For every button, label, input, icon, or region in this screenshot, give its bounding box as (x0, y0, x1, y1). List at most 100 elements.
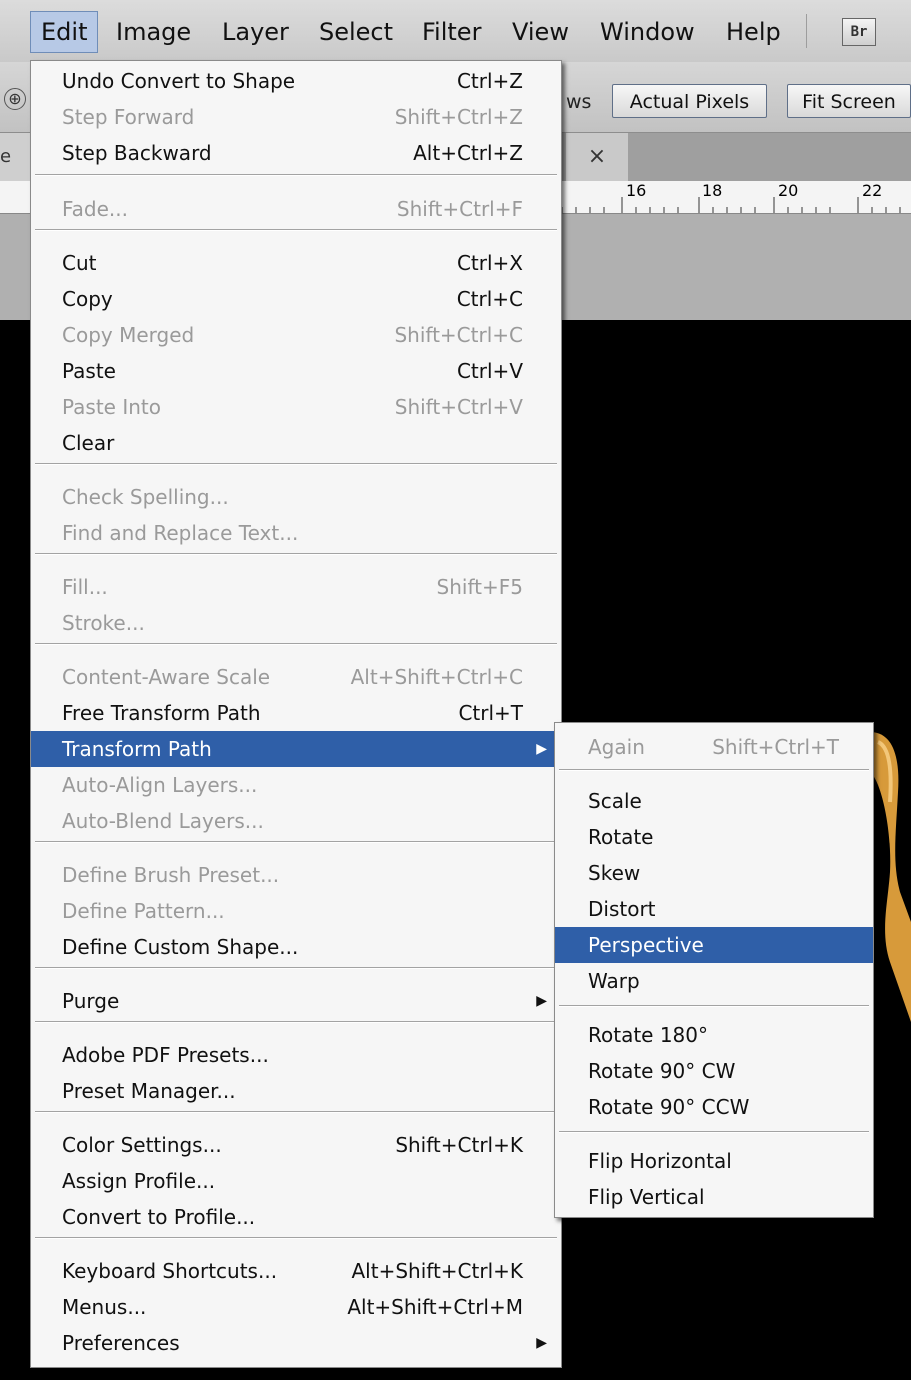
keyboard-shortcuts-item[interactable]: Keyboard Shortcuts... Alt+Shift+Ctrl+K (31, 1253, 561, 1289)
menu-item-shortcut: Shift+Ctrl+C (394, 323, 523, 347)
menu-item-label: Rotate 180° (588, 1023, 709, 1047)
options-fragment-text: ws (566, 91, 592, 113)
menu-separator (35, 174, 557, 176)
submenu-arrow-icon: ▶ (536, 741, 547, 757)
document-tab[interactable]: e (0, 133, 30, 181)
menu-select[interactable]: Select (319, 15, 393, 49)
menu-item-label: Define Brush Preset... (62, 863, 280, 887)
menu-item-label: Define Custom Shape... (62, 935, 299, 959)
fit-screen-button[interactable]: Fit Screen (787, 84, 911, 118)
menu-separator (35, 967, 557, 969)
menu-item-label: Cut (62, 251, 97, 275)
menu-item-shortcut: Alt+Shift+Ctrl+C (350, 665, 523, 689)
menu-layer[interactable]: Layer (222, 15, 289, 49)
menu-item-shortcut: Ctrl+Z (456, 69, 523, 93)
flip-horizontal-item[interactable]: Flip Horizontal (555, 1143, 873, 1179)
menu-separator (559, 1131, 869, 1133)
canvas-shape-graphic (870, 732, 911, 1022)
menu-item-label: Clear (62, 431, 115, 455)
distort-item[interactable]: Distort (555, 891, 873, 927)
menu-separator (35, 1111, 557, 1113)
menu-item-label: Adobe PDF Presets... (62, 1043, 269, 1067)
close-tab-icon[interactable]: × (566, 133, 628, 181)
menu-item-label: Stroke... (62, 611, 145, 635)
menu-item-label: Define Pattern... (62, 899, 225, 923)
menu-item-label: Auto-Blend Layers... (62, 809, 264, 833)
menu-filter[interactable]: Filter (422, 15, 481, 49)
undo-item[interactable]: Undo Convert to Shape Ctrl+Z (31, 63, 561, 99)
step-forward-item: Step Forward Shift+Ctrl+Z (31, 99, 561, 135)
step-backward-item[interactable]: Step Backward Alt+Ctrl+Z (31, 135, 561, 171)
skew-item[interactable]: Skew (555, 855, 873, 891)
rotate-item[interactable]: Rotate (555, 819, 873, 855)
bridge-launch-button[interactable]: Br (842, 18, 876, 46)
free-transform-path-item[interactable]: Free Transform Path Ctrl+T (31, 695, 561, 731)
menu-item-label: Perspective (588, 933, 704, 957)
assign-profile-item[interactable]: Assign Profile... (31, 1163, 561, 1199)
menu-separator (35, 229, 557, 231)
clear-item[interactable]: Clear (31, 425, 561, 461)
color-settings-item[interactable]: Color Settings... Shift+Ctrl+K (31, 1127, 561, 1163)
rotate-180-item[interactable]: Rotate 180° (555, 1017, 873, 1053)
submenu-arrow-icon: ▶ (536, 1335, 547, 1351)
menu-item-label: Rotate 90° CCW (588, 1095, 750, 1119)
menu-item-label: Preset Manager... (62, 1079, 236, 1103)
menu-item-label: Rotate (588, 825, 654, 849)
zoom-plus-icon[interactable]: ⊕ (4, 88, 26, 110)
again-item: Again Shift+Ctrl+T (555, 729, 873, 765)
menu-window[interactable]: Window (600, 15, 695, 49)
copy-item[interactable]: Copy Ctrl+C (31, 281, 561, 317)
ruler-label: 18 (702, 181, 723, 200)
ruler-ticks (561, 197, 901, 213)
purge-item[interactable]: Purge ▶ (31, 983, 561, 1019)
perspective-item[interactable]: Perspective (555, 927, 873, 963)
menu-item-shortcut: Shift+Ctrl+K (395, 1133, 523, 1157)
menu-separator (35, 841, 557, 843)
menu-item-shortcut: Shift+F5 (436, 575, 523, 599)
menu-separator (559, 769, 869, 771)
menu-image[interactable]: Image (116, 15, 191, 49)
warp-item[interactable]: Warp (555, 963, 873, 999)
menu-item-label: Content-Aware Scale (62, 665, 271, 689)
menu-item-label: Skew (588, 861, 641, 885)
menu-item-shortcut: Ctrl+C (456, 287, 523, 311)
rotate-90-cw-item[interactable]: Rotate 90° CW (555, 1053, 873, 1089)
menu-item-label: Paste Into (62, 395, 161, 419)
menu-item-label: Paste (62, 359, 116, 383)
transform-path-item[interactable]: Transform Path ▶ (31, 731, 561, 767)
menu-item-label: Transform Path (62, 737, 212, 761)
auto-align-layers-item: Auto-Align Layers... (31, 767, 561, 803)
menus-item[interactable]: Menus... Alt+Shift+Ctrl+M (31, 1289, 561, 1325)
menu-edit[interactable]: Edit (30, 11, 99, 53)
menu-item-label: Distort (588, 897, 656, 921)
actual-pixels-button[interactable]: Actual Pixels (612, 84, 767, 118)
ruler-label: 20 (778, 181, 799, 200)
preset-manager-item[interactable]: Preset Manager... (31, 1073, 561, 1109)
menu-item-shortcut: Ctrl+T (458, 701, 523, 725)
menu-view[interactable]: View (512, 15, 569, 49)
menu-item-label: Menus... (62, 1295, 147, 1319)
adobe-pdf-presets-item[interactable]: Adobe PDF Presets... (31, 1037, 561, 1073)
menu-item-label: Copy Merged (62, 323, 195, 347)
menu-item-label: Rotate 90° CW (588, 1059, 736, 1083)
scale-item[interactable]: Scale (555, 783, 873, 819)
preferences-item[interactable]: Preferences ▶ (31, 1325, 561, 1361)
ruler-label: 16 (626, 181, 647, 200)
ruler-label: 22 (862, 181, 883, 200)
paste-into-item: Paste Into Shift+Ctrl+V (31, 389, 561, 425)
menu-item-label: Keyboard Shortcuts... (62, 1259, 278, 1283)
menu-help[interactable]: Help (726, 15, 781, 49)
check-spelling-item: Check Spelling... (31, 479, 561, 515)
content-aware-scale-item: Content-Aware Scale Alt+Shift+Ctrl+C (31, 659, 561, 695)
convert-to-profile-item[interactable]: Convert to Profile... (31, 1199, 561, 1235)
menu-item-label: Find and Replace Text... (62, 521, 299, 545)
menu-item-label: Undo Convert to Shape (62, 69, 296, 93)
menu-separator (35, 1237, 557, 1239)
menu-item-label: Convert to Profile... (62, 1205, 256, 1229)
define-custom-shape-item[interactable]: Define Custom Shape... (31, 929, 561, 965)
cut-item[interactable]: Cut Ctrl+X (31, 245, 561, 281)
menu-item-label: Step Backward (62, 141, 212, 165)
paste-item[interactable]: Paste Ctrl+V (31, 353, 561, 389)
rotate-90-ccw-item[interactable]: Rotate 90° CCW (555, 1089, 873, 1125)
flip-vertical-item[interactable]: Flip Vertical (555, 1179, 873, 1215)
